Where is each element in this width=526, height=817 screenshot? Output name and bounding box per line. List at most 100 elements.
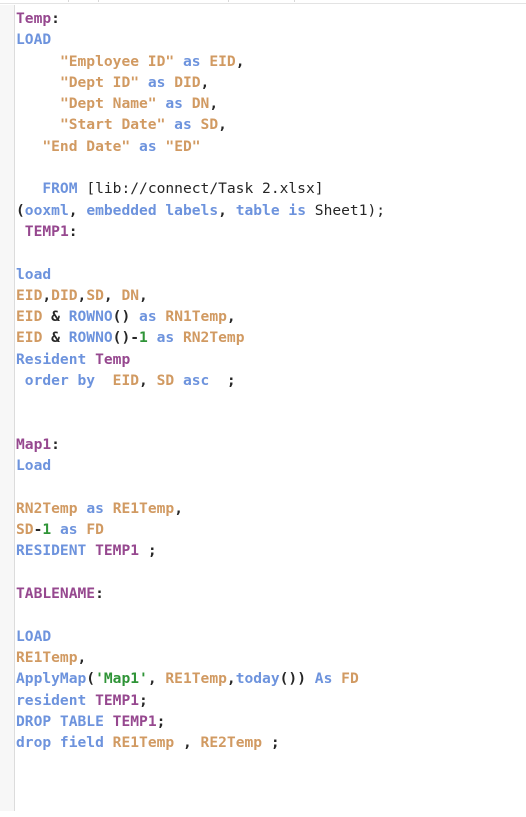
code-token-field: DID bbox=[174, 73, 201, 91]
code-token-kw: as bbox=[86, 499, 104, 517]
code-token-punct bbox=[95, 372, 113, 389]
code-token-punct bbox=[130, 308, 139, 325]
code-line: "End Date" as "ED" bbox=[16, 136, 385, 157]
script-code[interactable]: Temp: LOAD "Employee ID" as EID, "Dept ID… bbox=[16, 8, 385, 753]
code-line: EID,DID,SD, DN, bbox=[16, 285, 385, 306]
code-token-punct: : bbox=[95, 585, 104, 603]
code-token-table: Temp bbox=[95, 350, 131, 368]
code-token-punct: ()) bbox=[279, 670, 306, 688]
code-token-num: 1 bbox=[139, 329, 148, 347]
code-token-punct: & bbox=[42, 308, 69, 326]
editor-gutter[interactable] bbox=[0, 5, 15, 811]
code-line: TABLENAME: bbox=[16, 583, 385, 604]
code-token-punct bbox=[306, 202, 315, 219]
code-token-field: DID bbox=[51, 286, 78, 304]
code-line: Temp: bbox=[16, 8, 385, 29]
code-token-field: DN bbox=[191, 95, 210, 113]
code-token-punct bbox=[174, 372, 183, 389]
code-line: "Dept Name" as DN, bbox=[16, 93, 385, 114]
ruler-tick bbox=[68, 0, 69, 2]
code-token-field: RN2Temp bbox=[16, 499, 78, 517]
code-token-field: "Dept Name" bbox=[59, 95, 157, 113]
code-token-punct: () bbox=[112, 308, 131, 326]
code-token-kw: asc bbox=[182, 372, 210, 390]
code-token-punct: , bbox=[68, 201, 87, 219]
code-token-punct bbox=[174, 53, 183, 70]
code-token-punct bbox=[130, 138, 139, 155]
code-token-punct bbox=[306, 670, 315, 687]
code-line: load bbox=[16, 264, 385, 285]
code-token-kw: ROWNO bbox=[68, 308, 113, 326]
code-line: RESIDENT TEMP1 ; bbox=[16, 540, 385, 561]
code-token-punct: , bbox=[77, 648, 87, 666]
code-token-punct: : bbox=[51, 435, 60, 453]
code-token-table: TEMP1 bbox=[95, 691, 140, 709]
code-token-field: "ED" bbox=[165, 137, 201, 155]
code-token-punct: : bbox=[68, 222, 78, 240]
script-editor[interactable]: Temp: LOAD "Employee ID" as EID, "Dept ID… bbox=[0, 0, 526, 817]
code-token-field: "Start Date" bbox=[59, 116, 166, 134]
code-token-kw: load bbox=[16, 265, 52, 283]
code-token-kw: ooxml bbox=[24, 201, 69, 219]
code-token-table: Temp bbox=[16, 10, 52, 27]
code-token-punct bbox=[104, 500, 113, 517]
code-token-kw: as bbox=[174, 116, 192, 134]
code-line: ApplyMap('Map1', RE1Temp,today()) As FD bbox=[16, 668, 385, 689]
code-token-kw: ApplyMap bbox=[16, 670, 87, 688]
code-token-punct: ; bbox=[156, 712, 166, 730]
code-token-field: EID bbox=[209, 52, 236, 70]
code-token-punct: , bbox=[235, 52, 245, 70]
code-line: Map1: bbox=[16, 434, 385, 455]
code-line: FROM [lib://connect/Task 2.xlsx] bbox=[16, 178, 385, 199]
code-token-kw: RESIDENT bbox=[16, 542, 87, 560]
code-line: SD-1 as FD bbox=[16, 519, 385, 540]
code-line: TEMP1: bbox=[16, 221, 385, 242]
code-line: RE1Temp, bbox=[16, 647, 385, 668]
code-token-punct: , bbox=[218, 116, 227, 134]
code-token-punct: , bbox=[209, 95, 219, 113]
code-token-punct bbox=[86, 692, 95, 709]
code-token-field: SD bbox=[200, 116, 219, 134]
code-token-kw: drop field bbox=[16, 734, 104, 752]
code-token-kw: DROP TABLE bbox=[16, 712, 104, 730]
code-token-punct: , bbox=[103, 286, 122, 304]
code-token-kw: LOAD bbox=[16, 31, 52, 49]
code-token-field: RE1Temp bbox=[112, 734, 175, 752]
code-token-field: EID bbox=[16, 286, 43, 304]
code-token-punct: , bbox=[139, 286, 148, 304]
code-token-field: RE1Temp bbox=[112, 499, 175, 517]
code-line: ​ bbox=[16, 477, 385, 498]
code-token-table: Map1 bbox=[16, 435, 52, 453]
code-line: resident TEMP1; bbox=[16, 690, 385, 711]
code-token-punct: , bbox=[77, 286, 87, 304]
code-token-kw: as bbox=[139, 137, 157, 155]
code-token-kw: as bbox=[156, 329, 175, 347]
code-token-kw: as bbox=[182, 52, 201, 70]
code-token-punct bbox=[332, 670, 341, 687]
code-token-field: EID bbox=[16, 329, 43, 347]
code-token-kw: resident bbox=[16, 691, 87, 709]
code-token-kw: LOAD bbox=[16, 627, 52, 645]
code-token-kw: table is bbox=[235, 201, 306, 219]
code-line: RN2Temp as RE1Temp, bbox=[16, 498, 385, 519]
code-line: DROP TABLE TEMP1; bbox=[16, 711, 385, 732]
code-token-field: "Dept ID" bbox=[59, 73, 140, 91]
code-token-field: FD bbox=[86, 521, 104, 539]
code-token-punct: ; bbox=[139, 691, 148, 709]
code-token-punct bbox=[165, 116, 174, 133]
code-token-kw: order by bbox=[24, 372, 96, 390]
code-surface[interactable]: Temp: LOAD "Employee ID" as EID, "Dept ID… bbox=[16, 5, 526, 817]
code-token-kw: as bbox=[165, 95, 183, 113]
code-token-field: "Employee ID" bbox=[59, 52, 175, 70]
code-line: "Dept ID" as DID, bbox=[16, 72, 385, 93]
code-token-plain: ); bbox=[367, 201, 386, 219]
code-line: ​ bbox=[16, 413, 385, 434]
code-token-punct: : bbox=[51, 10, 60, 27]
code-token-punct bbox=[104, 713, 113, 730]
code-token-punct bbox=[139, 74, 148, 91]
code-token-field: RN1Temp bbox=[165, 308, 227, 326]
code-line: LOAD bbox=[16, 29, 385, 50]
editor-top-ruler bbox=[0, 0, 526, 4]
code-token-punct: , bbox=[42, 286, 52, 304]
code-token-punct: , bbox=[218, 201, 236, 219]
